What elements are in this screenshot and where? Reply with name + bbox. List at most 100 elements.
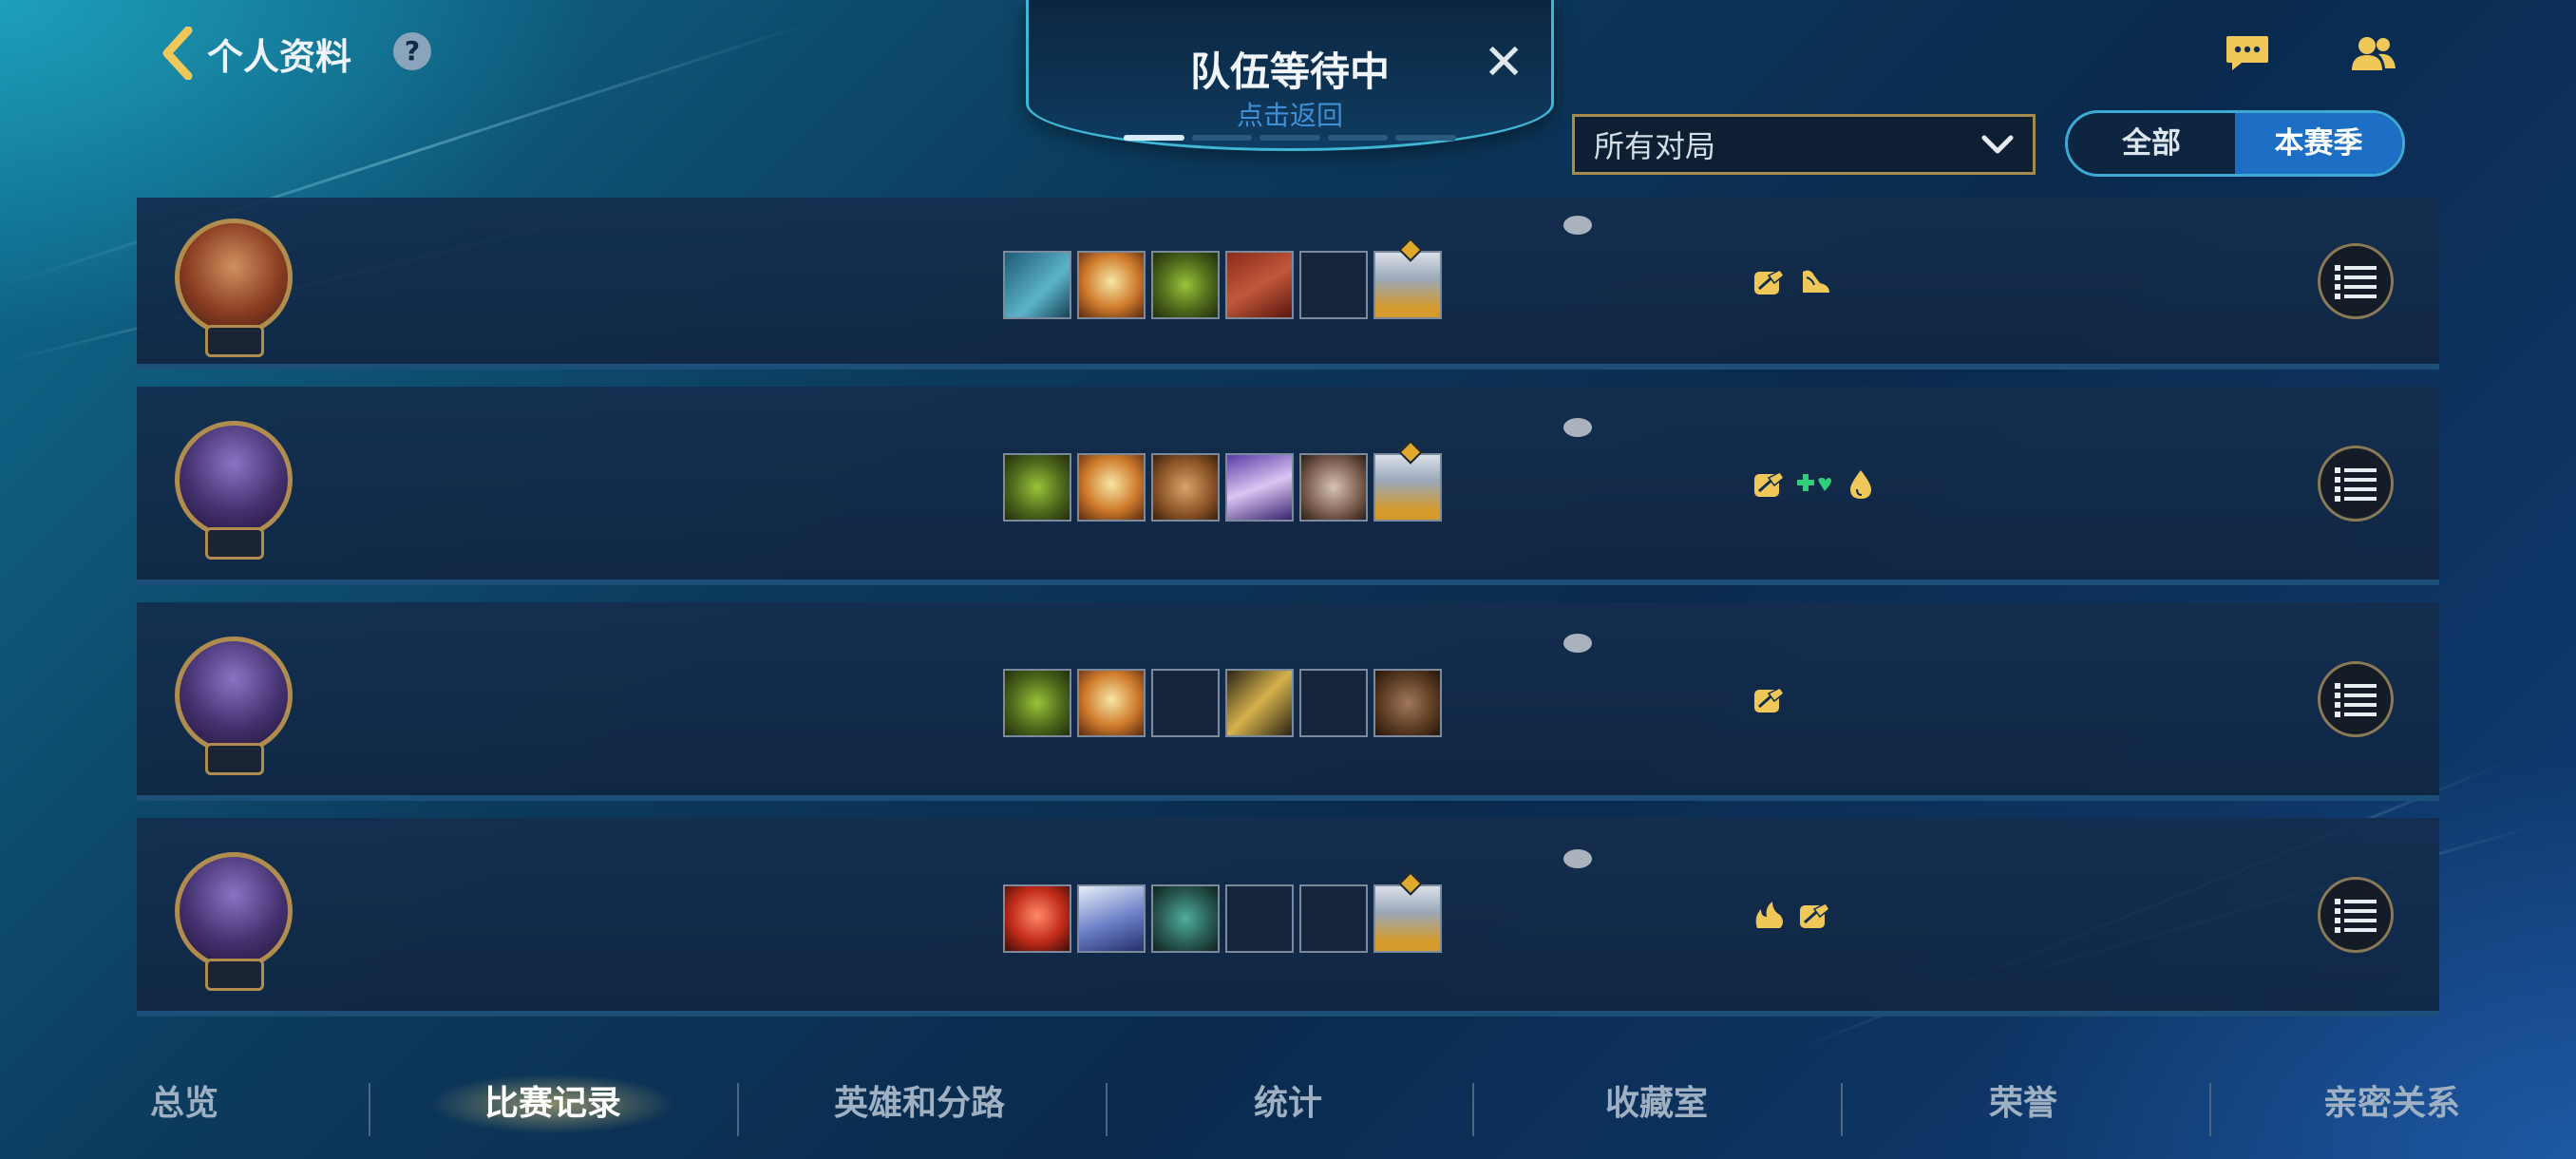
filter-selected-value: 所有对局 [1594, 128, 1716, 164]
page-title: 个人资料 [207, 35, 352, 78]
tab-separator [737, 1083, 739, 1136]
match-badges [1752, 900, 1833, 936]
match-detail-button[interactable] [2318, 445, 2394, 522]
tab-label: 英雄和分路 [833, 1084, 1005, 1123]
toggle-all[interactable]: 全部 [2068, 113, 2235, 174]
item-slot-scythe[interactable] [1003, 251, 1071, 319]
match-detail-button[interactable] [2318, 242, 2394, 319]
tab-6[interactable]: 亲密关系 [2249, 1056, 2534, 1151]
tab-separator [1106, 1083, 1108, 1136]
chat-icon[interactable] [2225, 34, 2270, 72]
champion-portrait[interactable] [175, 420, 293, 539]
item-slot-angel[interactable] [1077, 251, 1146, 319]
item-slot-trinket[interactable] [1373, 871, 1442, 953]
champion-level-badge [205, 526, 264, 560]
list-icon [2335, 898, 2377, 933]
ward-gem-icon [1398, 238, 1423, 262]
fire-badge-icon [1752, 900, 1788, 936]
tab-4[interactable]: 收藏室 [1514, 1056, 1799, 1151]
chevron-left-icon [162, 27, 193, 80]
list-icon [2335, 682, 2377, 717]
match-row[interactable] [137, 818, 2439, 1016]
tab-1[interactable]: 比赛记录 [410, 1056, 695, 1151]
tab-label: 收藏室 [1604, 1084, 1708, 1123]
queue-return-link[interactable]: 点击返回 [1029, 95, 1551, 133]
chevron-down-icon [1981, 135, 2014, 154]
tab-label: 统计 [1253, 1084, 1322, 1123]
bottom-tab-bar: 总览 比赛记录 英雄和分路 统计 收藏室 荣誉 亲密关系 [0, 1056, 2576, 1151]
item-build [1003, 871, 1442, 953]
gold-amount [1354, 839, 1592, 875]
tab-3[interactable]: 统计 [1146, 1056, 1430, 1151]
match-list [137, 198, 2439, 1034]
match-detail-button[interactable] [2318, 660, 2394, 737]
item-slot-stone[interactable] [1299, 453, 1368, 522]
item-slot-empty[interactable] [1299, 251, 1368, 319]
back-button[interactable]: 个人资料 [161, 27, 351, 80]
champion-level-badge [205, 324, 264, 357]
champion-level-badge [205, 742, 264, 775]
item-slot-armor[interactable] [1151, 251, 1220, 319]
item-slot-angel[interactable] [1077, 453, 1146, 522]
toggle-current-season[interactable]: 本赛季 [2235, 113, 2402, 174]
item-slot-book[interactable] [1225, 251, 1294, 319]
item-slot-empty[interactable] [1299, 884, 1368, 953]
champion-portrait[interactable] [175, 636, 293, 754]
item-build [1003, 238, 1442, 319]
tab-label: 比赛记录 [483, 1084, 621, 1123]
item-slot-trinket[interactable] [1373, 440, 1442, 522]
champion-level-badge [205, 958, 264, 991]
tab-label: 总览 [149, 1084, 218, 1123]
season-toggle[interactable]: 全部 本赛季 [2065, 110, 2405, 177]
tab-separator [2209, 1083, 2211, 1136]
item-slot-armor[interactable] [1003, 669, 1071, 737]
match-row[interactable] [137, 602, 2439, 801]
tab-separator [1472, 1083, 1474, 1136]
close-icon[interactable]: ✕ [1483, 38, 1525, 87]
item-slot-teal-armor[interactable] [1151, 884, 1220, 953]
heal-badge-icon [1797, 468, 1833, 504]
gold-coin-icon [1563, 418, 1592, 437]
item-slot-red-orb[interactable] [1003, 884, 1071, 953]
item-build [1003, 669, 1442, 737]
match-badges [1752, 468, 1879, 504]
item-slot-purple[interactable] [1225, 453, 1294, 522]
tab-5[interactable]: 荣誉 [1881, 1056, 2166, 1151]
item-build [1003, 440, 1442, 522]
item-slot-cloak[interactable] [1077, 884, 1146, 953]
friends-icon[interactable] [2350, 34, 2397, 72]
item-slot-angel[interactable] [1077, 669, 1146, 737]
item-slot-trinket[interactable] [1373, 238, 1442, 319]
champion-portrait[interactable] [175, 851, 293, 970]
drop-badge-icon [1843, 468, 1879, 504]
match-detail-button[interactable] [2318, 876, 2394, 953]
queue-progress [1124, 135, 1456, 141]
item-slot-empty[interactable] [1299, 669, 1368, 737]
tab-label: 荣誉 [1988, 1084, 2057, 1123]
match-filter-select[interactable]: 所有对局 [1572, 114, 2036, 175]
queue-title: 队伍等待中 [1189, 48, 1390, 95]
help-icon[interactable]: ? [393, 32, 431, 70]
sword-badge-icon [1752, 684, 1788, 720]
item-slot-empty[interactable] [1225, 884, 1294, 953]
queue-status-panel[interactable]: 队伍等待中 点击返回 ✕ [1026, 0, 1554, 151]
item-slot-empty[interactable] [1151, 669, 1220, 737]
sword-badge-icon [1752, 266, 1788, 302]
sword-badge-icon [1797, 900, 1833, 936]
list-icon [2335, 264, 2377, 299]
boot-badge-icon [1797, 266, 1833, 302]
item-slot-boots[interactable] [1373, 669, 1442, 737]
tab-0[interactable]: 总览 [42, 1056, 327, 1151]
list-icon [2335, 466, 2377, 502]
item-slot-armor[interactable] [1003, 453, 1071, 522]
item-slot-bronze[interactable] [1151, 453, 1220, 522]
match-row[interactable] [137, 198, 2439, 370]
gold-amount [1354, 408, 1592, 444]
champion-portrait[interactable] [175, 218, 293, 336]
item-slot-gold-sword[interactable] [1225, 669, 1294, 737]
ward-gem-icon [1398, 440, 1423, 465]
tab-2[interactable]: 英雄和分路 [777, 1056, 1062, 1151]
sword-badge-icon [1752, 468, 1788, 504]
gold-coin-icon [1563, 634, 1592, 653]
match-row[interactable] [137, 387, 2439, 585]
